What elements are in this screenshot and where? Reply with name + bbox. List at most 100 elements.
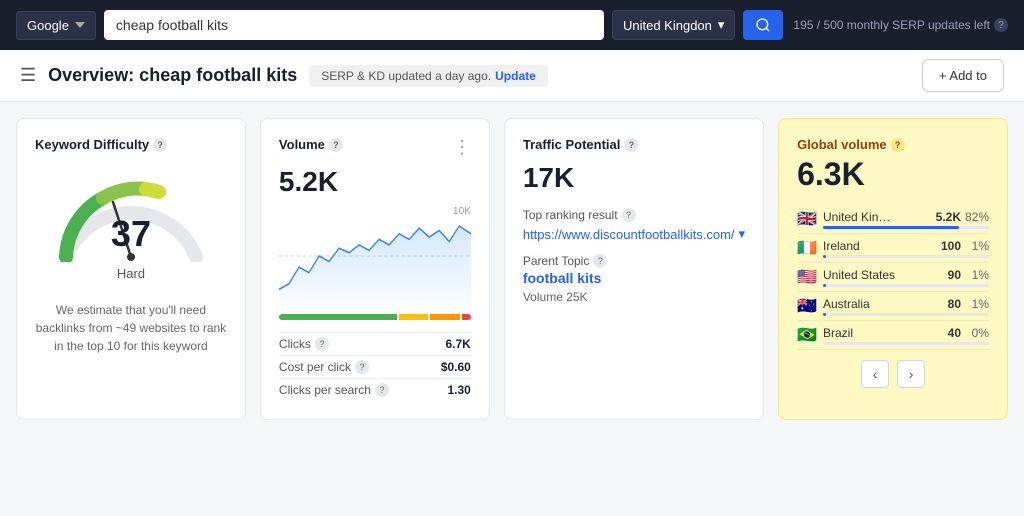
update-link[interactable]: Update [495,69,536,83]
prev-arrow-button[interactable]: ‹ [861,360,889,388]
top-ranking-url[interactable]: https://www.discountfootballkits.com/ ▾ [523,226,745,242]
chart-ymax-label: 10K [453,206,471,217]
header-left: ☰ Overview: cheap football kits SERP & K… [20,65,548,87]
kd-score: 37 [111,216,151,252]
au-pct: 1% [961,297,989,311]
bar-paid [399,314,429,320]
parent-topic-link[interactable]: football kits [523,270,745,286]
kd-description: We estimate that you'll need backlinks f… [35,301,227,355]
tp-title: Traffic Potential ? [523,137,745,152]
credits-help-icon[interactable]: ? [994,18,1008,32]
country-row-uk: 🇬🇧 United Kin… 5.2K 82% [797,205,989,234]
search-group: Google United Kingdon ▾ [16,10,783,40]
br-flag-icon: 🇧🇷 [797,325,817,345]
br-volume: 40 [927,326,961,340]
country-label: United Kingdon [623,18,712,33]
volume-title: Volume ? [279,137,343,152]
clicks-value: 6.7K [445,337,470,351]
add-to-label: + Add to [939,68,987,83]
keyword-input[interactable] [104,10,604,40]
volume-help-icon[interactable]: ? [329,138,343,152]
engine-label: Google [27,18,69,33]
uk-volume: 5.2K [927,210,961,224]
us-volume: 90 [927,268,961,282]
gv-title: Global volume ? [797,137,989,152]
kd-difficulty-label: Hard [35,266,227,281]
country-row-ie: 🇮🇪 Ireland 100 1% [797,234,989,263]
clicks-label: Clicks ? [279,337,329,351]
us-pct: 1% [961,268,989,282]
search-icon [755,17,771,33]
page-title: Overview: cheap football kits [48,65,297,86]
cps-help-icon[interactable]: ? [375,383,389,397]
keyword-difficulty-card: Keyword Difficulty ? 37 Hard We esti [16,118,246,420]
gv-value: 6.3K [797,156,989,193]
country-row-br: 🇧🇷 Brazil 40 0% [797,321,989,350]
update-badge: SERP & KD updated a day ago. Update [309,65,548,87]
trend-chart [279,206,471,306]
top-ranking-label: Top ranking result ? [523,208,745,222]
engine-dropdown[interactable]: Google [16,11,96,40]
chevron-down-icon: ▾ [718,17,725,33]
page-header: ☰ Overview: cheap football kits SERP & K… [0,50,1024,102]
us-name: United States [823,268,927,282]
country-row-us: 🇺🇸 United States 90 1% [797,263,989,292]
main-content: Keyword Difficulty ? 37 Hard We esti [0,102,1024,436]
credits-info: 195 / 500 monthly SERP updates left ? [793,18,1008,32]
ie-volume: 100 [927,239,961,253]
parent-topic-volume: Volume 25K [523,290,745,304]
cpc-label: Cost per click ? [279,360,369,374]
gv-help-icon[interactable]: ? [891,138,905,152]
dropdown-arrow-icon: ▾ [739,226,746,242]
volume-chart: 10K [279,206,471,306]
top-ranking-help-icon[interactable]: ? [622,208,636,222]
br-pct: 0% [961,326,989,340]
cps-value: 1.30 [447,383,470,397]
search-button[interactable] [743,10,783,40]
gauge-container: 37 [35,172,227,262]
country-row-au: 🇦🇺 Australia 80 1% [797,292,989,321]
cpc-stat-row: Cost per click ? $0.60 [279,355,471,378]
add-to-button[interactable]: + Add to [922,59,1004,92]
parent-topic-help-icon[interactable]: ? [593,254,607,268]
clicks-distribution-bar [279,314,471,320]
br-name: Brazil [823,326,927,340]
cpc-help-icon[interactable]: ? [355,360,369,374]
ie-pct: 1% [961,239,989,253]
kd-title: Keyword Difficulty ? [35,137,227,152]
parent-topic-label: Parent Topic ? [523,254,745,268]
country-dropdown[interactable]: United Kingdon ▾ [612,10,735,40]
cpc-value: $0.60 [441,360,471,374]
cps-label: Clicks per search ? [279,383,389,397]
traffic-potential-card: Traffic Potential ? 17K Top ranking resu… [504,118,764,420]
bar-organic [279,314,397,320]
bar-no-click [430,314,460,320]
clicks-help-icon[interactable]: ? [315,337,329,351]
more-options-icon[interactable]: ⋮ [453,137,471,158]
tp-help-icon[interactable]: ? [624,138,638,152]
tp-value: 17K [523,162,745,194]
volume-card: Volume ? ⋮ 5.2K 10K [260,118,490,420]
au-volume: 80 [927,297,961,311]
uk-name: United Kin… [823,210,927,224]
badge-text: SERP & KD updated a day ago. [321,69,491,83]
next-arrow-button[interactable]: › [897,360,925,388]
clicks-stat-row: Clicks ? 6.7K [279,332,471,355]
kd-help-icon[interactable]: ? [153,138,167,152]
au-name: Australia [823,297,927,311]
ie-name: Ireland [823,239,927,253]
bar-other [462,314,471,320]
ie-flag-icon: 🇮🇪 [797,238,817,258]
uk-pct: 82% [961,210,989,224]
credits-text: 195 / 500 monthly SERP updates left [793,18,990,32]
uk-flag-icon: 🇬🇧 [797,209,817,229]
cps-stat-row: Clicks per search ? 1.30 [279,378,471,401]
volume-value: 5.2K [279,166,471,198]
pagination-arrows: ‹ › [797,360,989,388]
volume-header: Volume ? ⋮ [279,137,471,162]
gauge-score-label: 37 [111,216,151,252]
us-flag-icon: 🇺🇸 [797,267,817,287]
hamburger-icon[interactable]: ☰ [20,65,36,86]
global-volume-card: Global volume ? 6.3K 🇬🇧 United Kin… 5.2K… [778,118,1008,420]
au-flag-icon: 🇦🇺 [797,296,817,316]
